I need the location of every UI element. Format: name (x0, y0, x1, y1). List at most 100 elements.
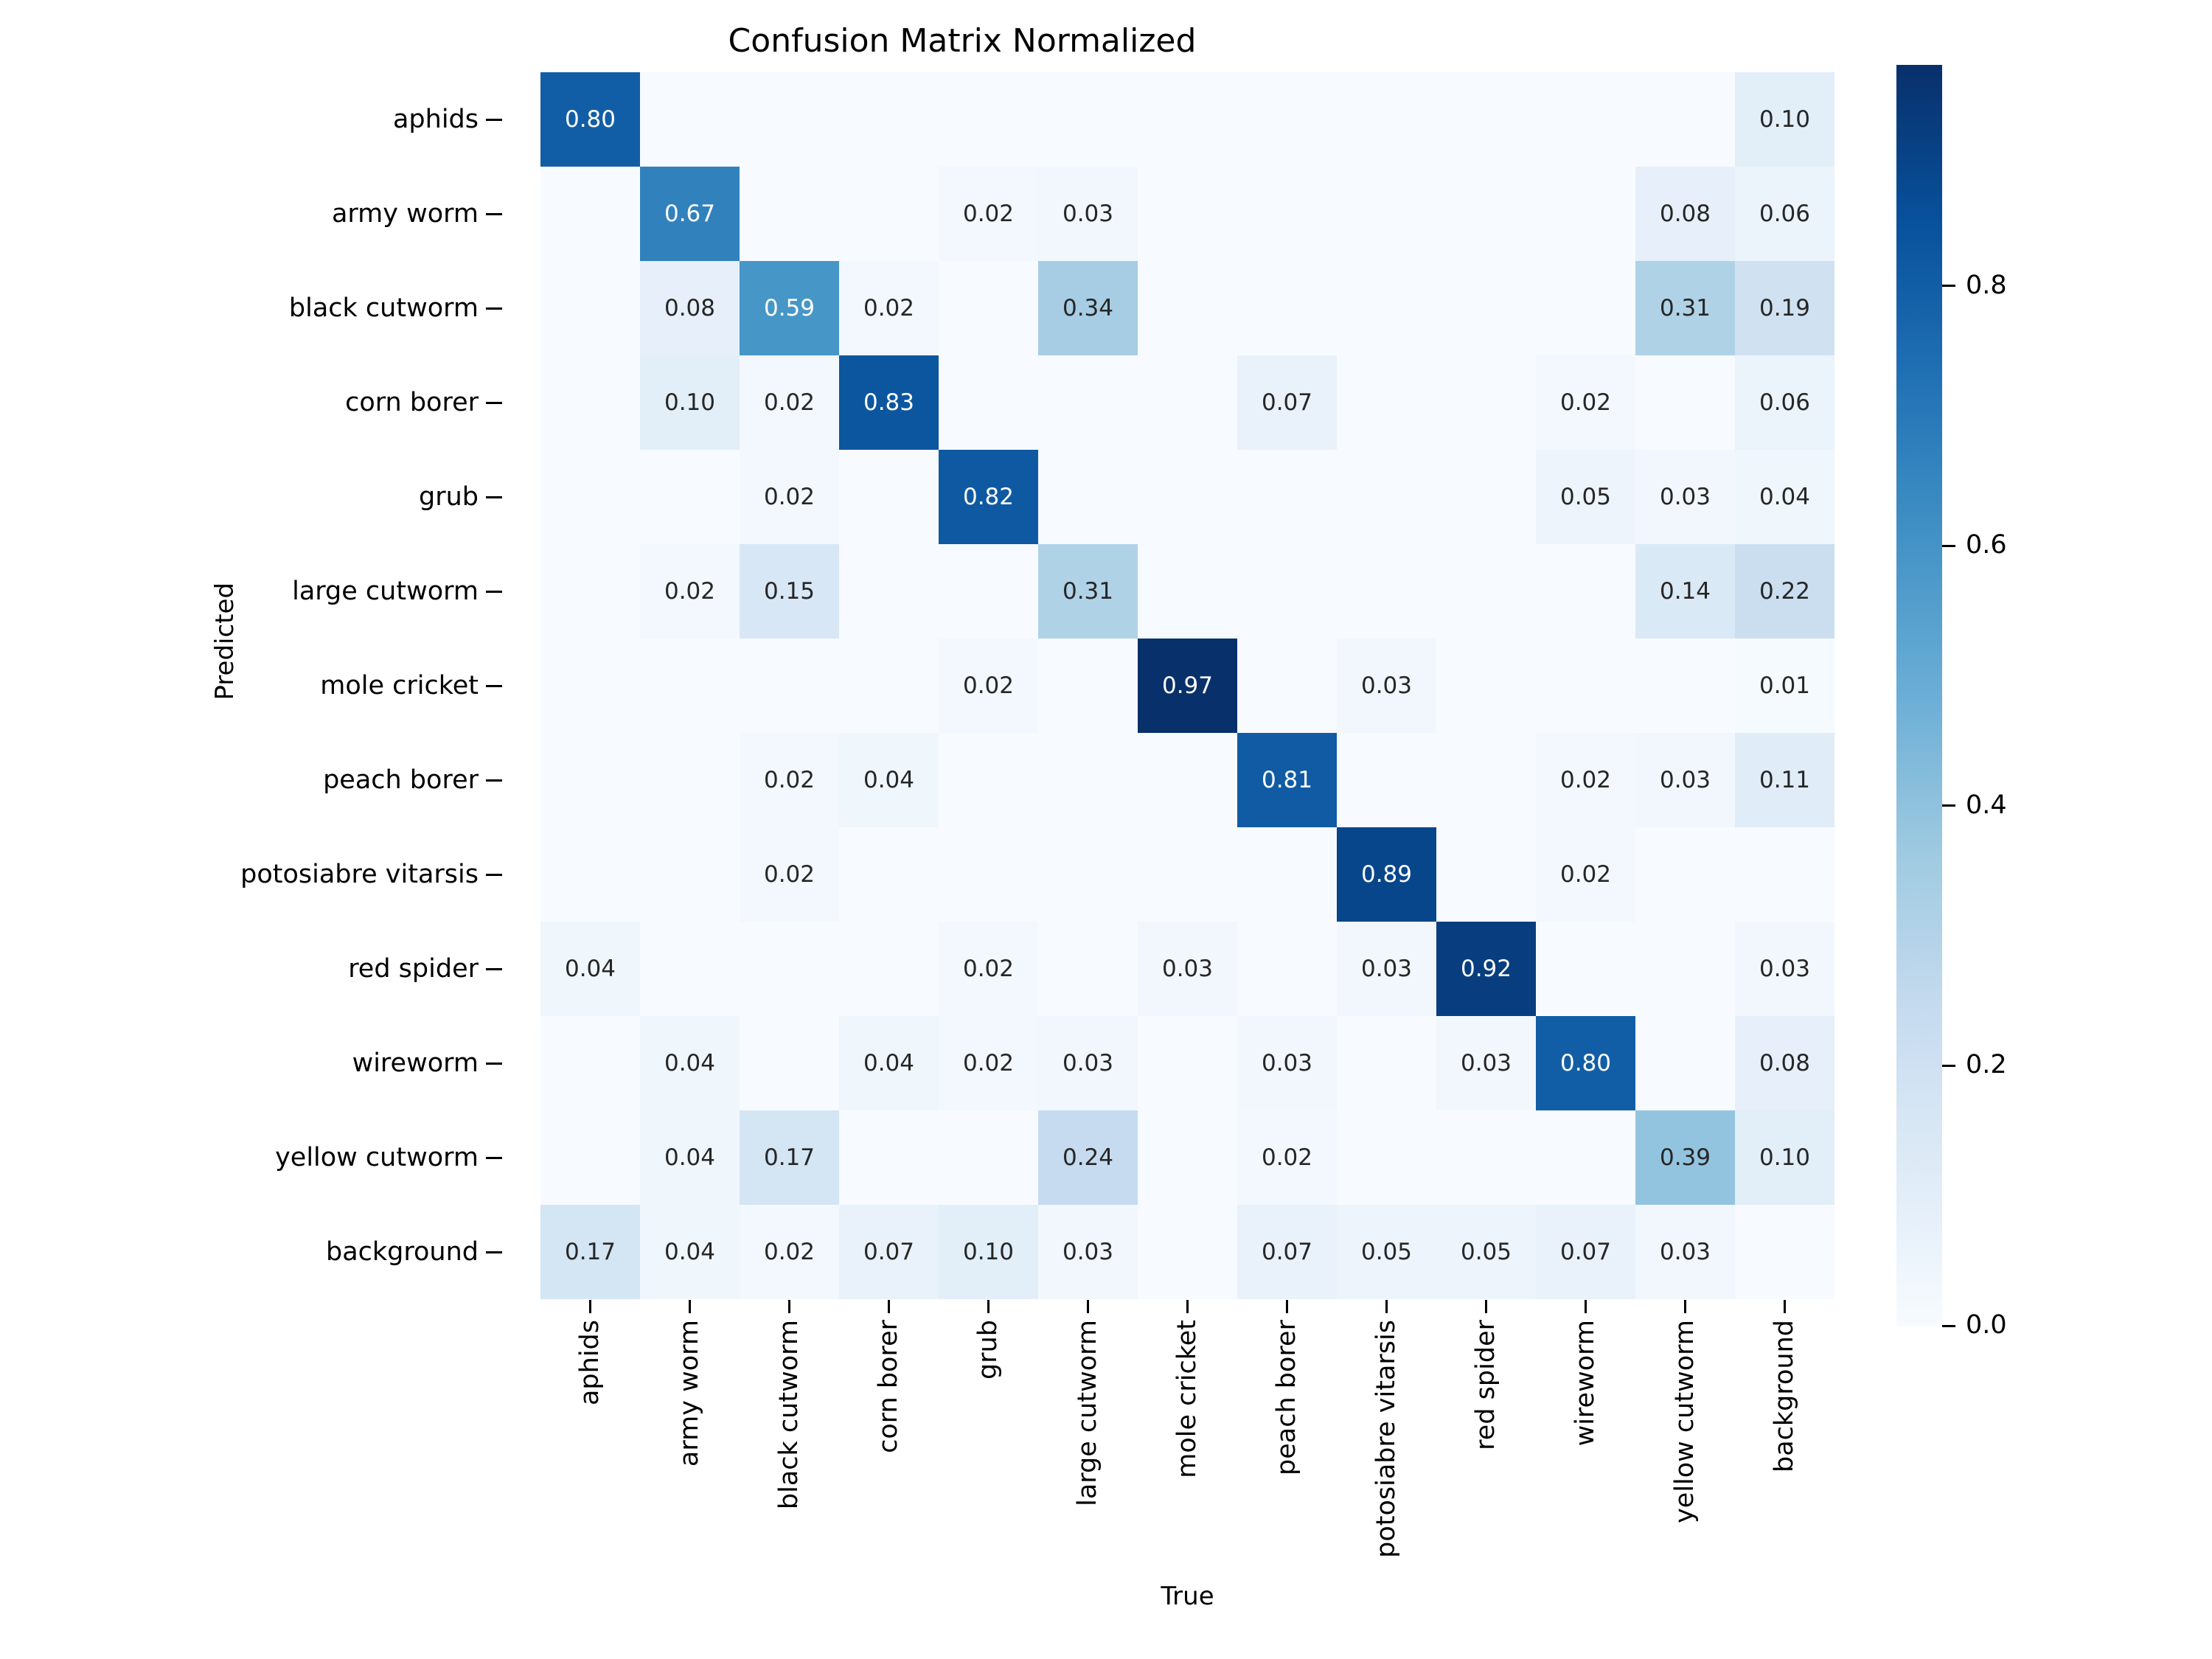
heatmap-cell: 0.02 (939, 167, 1038, 261)
heatmap-cell: 0.39 (1635, 1110, 1735, 1205)
heatmap-cell (1436, 544, 1536, 639)
colorbar-tick-label: 0.4 (1966, 790, 2007, 820)
y-axis-tick: wireworm (0, 1016, 509, 1110)
heatmap-cell-value: 0.07 (1559, 1238, 1612, 1265)
heatmap-cell: 0.03 (1038, 167, 1138, 261)
heatmap-cell: 0.11 (1735, 733, 1834, 827)
heatmap-cell: 0.80 (540, 72, 640, 167)
heatmap-cell (1536, 639, 1635, 733)
x-axis-tick-mark (1337, 1300, 1436, 1316)
heatmap-cell-value: 0.04 (564, 955, 616, 982)
heatmap-cell: 0.82 (939, 450, 1038, 544)
heatmap-cell (1138, 733, 1237, 827)
heatmap-cell (740, 72, 839, 167)
heatmap-cell-value: 0.92 (1460, 955, 1512, 982)
colorbar-tick-label: 0.8 (1966, 270, 2007, 300)
y-axis-tick-mark (486, 1251, 502, 1253)
heatmap-cell (540, 827, 640, 922)
y-axis-tick-mark (486, 873, 502, 876)
x-axis-tick-label: background (1770, 1320, 1799, 1473)
y-axis-tick-label: corn borer (345, 388, 479, 417)
heatmap-cell: 0.03 (1436, 1016, 1536, 1110)
heatmap-cell (1536, 167, 1635, 261)
heatmap-cell (1436, 733, 1536, 827)
heatmap-cell-value: 0.05 (1460, 1238, 1512, 1265)
heatmap-cell-value: 0.31 (1659, 294, 1711, 321)
heatmap-cell (640, 733, 740, 827)
heatmap-cell: 0.03 (1635, 733, 1735, 827)
heatmap-cell (1138, 450, 1237, 544)
y-axis-tick: large cutworm (0, 544, 509, 639)
x-axis-tick-label: peach borer (1272, 1320, 1301, 1475)
heatmap-cell-value: 0.80 (1559, 1049, 1612, 1077)
heatmap-cell: 0.03 (1237, 1016, 1337, 1110)
y-axis-tick-label: background (325, 1237, 479, 1267)
heatmap-cell (1436, 261, 1536, 355)
heatmap-cell (740, 167, 839, 261)
heatmap-cell (740, 639, 839, 733)
heatmap-cell: 0.02 (740, 355, 839, 450)
heatmap-cell: 0.10 (939, 1205, 1038, 1299)
y-axis-tick-label: wireworm (352, 1048, 479, 1078)
y-axis-tick-label: aphids (392, 105, 479, 134)
heatmap-cell (939, 72, 1038, 167)
heatmap-cell-value: 0.02 (664, 577, 716, 605)
heatmap-cell-value: 0.03 (1062, 200, 1114, 227)
y-axis-tick-mark (486, 779, 502, 782)
x-axis-tick: mole cricket (1138, 1320, 1237, 1563)
heatmap-cell: 0.04 (640, 1205, 740, 1299)
heatmap-cell: 0.05 (1536, 450, 1635, 544)
heatmap-cell (1138, 167, 1237, 261)
y-axis-tick-mark (486, 1156, 502, 1159)
y-axis-tick-mark (486, 401, 502, 404)
heatmap-cell: 0.03 (1337, 639, 1436, 733)
heatmap-cell-value: 0.31 (1062, 577, 1114, 605)
heatmap-cell-value: 0.03 (1460, 1049, 1512, 1077)
heatmap-cell-value: 0.03 (1161, 955, 1214, 982)
y-axis-tick-mark (486, 495, 502, 498)
heatmap-cell (540, 1110, 640, 1205)
heatmap-cell: 0.10 (1735, 72, 1834, 167)
heatmap-cell (839, 1110, 939, 1205)
y-axis-tick-mark (486, 967, 502, 970)
heatmap-cell: 0.10 (1735, 1110, 1834, 1205)
colorbar-tick-mark (1942, 544, 1955, 547)
heatmap-cell (1138, 827, 1237, 922)
heatmap-cell: 0.02 (939, 639, 1038, 733)
heatmap-cell: 0.07 (1237, 355, 1337, 450)
heatmap-cell-value: 0.04 (863, 766, 915, 793)
heatmap-cell (839, 639, 939, 733)
heatmap-cell (1038, 639, 1138, 733)
heatmap-cell (1337, 733, 1436, 827)
heatmap-cell-value: 0.10 (1759, 105, 1811, 133)
x-axis-tick-label: black cutworm (774, 1320, 804, 1510)
x-axis-tick-mark (540, 1300, 640, 1316)
colorbar-tick-mark (1942, 1064, 1955, 1067)
heatmap-cell (1038, 733, 1138, 827)
heatmap-cell: 0.08 (1635, 167, 1735, 261)
heatmap-cell-value: 0.04 (664, 1238, 716, 1265)
y-axis-tick-mark (486, 684, 502, 687)
heatmap-cell: 0.81 (1237, 733, 1337, 827)
heatmap-cell: 0.02 (939, 922, 1038, 1016)
heatmap-cell (939, 544, 1038, 639)
x-axis-tick-mark (839, 1300, 939, 1316)
heatmap-cell (540, 450, 640, 544)
heatmap-cell (1237, 261, 1337, 355)
heatmap-cell: 0.02 (1237, 1110, 1337, 1205)
x-axis-tick-labels: aphids army worm black cutworm corn borer gr… (540, 1320, 1834, 1563)
heatmap-cell (1337, 261, 1436, 355)
heatmap-cell: 0.07 (1237, 1205, 1337, 1299)
heatmap-cell-value: 0.11 (1759, 766, 1811, 793)
heatmap-cell (640, 72, 740, 167)
heatmap-cell: 0.08 (1735, 1016, 1834, 1110)
x-axis-tick: red spider (1436, 1320, 1536, 1563)
heatmap-cell-value: 0.06 (1759, 389, 1811, 416)
heatmap-cell: 0.19 (1735, 261, 1834, 355)
x-axis-tick-mark (939, 1300, 1038, 1316)
heatmap-cell (1138, 1110, 1237, 1205)
y-axis-tick: potosiabre vitarsis (0, 827, 509, 922)
colorbar-tick-mark (1942, 1324, 1955, 1327)
colorbar-tick-mark (1942, 804, 1955, 807)
heatmap-cell-value: 0.08 (1759, 1049, 1811, 1077)
